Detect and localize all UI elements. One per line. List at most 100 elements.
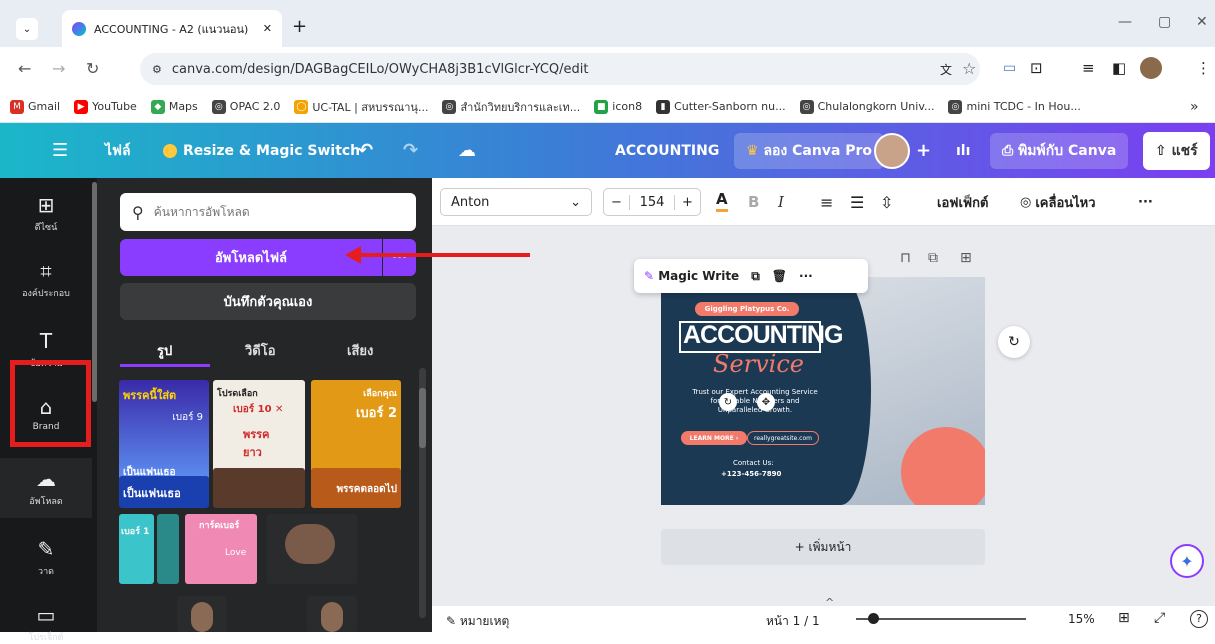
zoom-slider[interactable] bbox=[856, 618, 1026, 620]
rail-item[interactable]: ⊞ ดีไซน์ bbox=[0, 194, 92, 234]
upload-thumbnail[interactable] bbox=[177, 596, 227, 632]
tab-list-button[interactable]: ⌄ bbox=[16, 18, 38, 40]
animate-button[interactable]: ◎ เคลื่อนไหว bbox=[1020, 188, 1096, 216]
help-icon[interactable]: ? bbox=[1190, 610, 1208, 628]
effects-button[interactable]: เอฟเฟ็กต์ bbox=[937, 188, 988, 216]
media-icon[interactable]: ≡ bbox=[1082, 59, 1095, 77]
spacing-icon[interactable]: ⇳ bbox=[880, 188, 893, 216]
upload-thumbnail[interactable] bbox=[213, 468, 305, 508]
lock-icon[interactable]: ⊓ bbox=[900, 250, 911, 266]
font-select[interactable]: Anton ⌄ bbox=[440, 188, 592, 216]
search-input[interactable] bbox=[153, 205, 394, 219]
upload-thumbnail[interactable] bbox=[307, 596, 357, 632]
zoom-value[interactable]: 15% bbox=[1068, 612, 1095, 626]
upload-file-button[interactable]: อัพโหลดไฟล์ bbox=[120, 239, 382, 276]
upload-thumbnail[interactable]: เลือกคุณ เบอร์ 2 bbox=[311, 380, 401, 480]
bookmark-item[interactable]: ◎ OPAC 2.0 bbox=[211, 99, 280, 114]
share-button[interactable]: ⇧ แชร์ bbox=[1143, 131, 1210, 170]
cloud-save-icon[interactable]: ☁ bbox=[458, 123, 476, 178]
menu-icon[interactable]: ☰ bbox=[52, 123, 68, 178]
rail-item[interactable]: ✎ วาด bbox=[0, 538, 92, 578]
upload-thumbnail[interactable] bbox=[157, 514, 179, 584]
collaborator-avatar[interactable] bbox=[874, 132, 910, 169]
back-icon[interactable]: ← bbox=[18, 59, 31, 78]
align-icon[interactable]: ≡ bbox=[820, 188, 833, 216]
search-box[interactable]: ⚲ bbox=[120, 193, 416, 231]
italic-button[interactable]: I bbox=[778, 188, 784, 216]
website-pill[interactable]: reallygreatsite.com bbox=[747, 431, 819, 445]
upload-thumbnail[interactable]: การ์ดเบอร์ Love bbox=[185, 514, 257, 584]
rail-item[interactable]: ☁ อัพโหลด bbox=[0, 458, 92, 518]
tab-audio[interactable]: เสียง bbox=[347, 340, 373, 361]
tab-images[interactable]: รูป bbox=[157, 340, 172, 361]
rail-item[interactable]: ▭ โปรเจ็กต์ bbox=[0, 604, 92, 644]
move-handle-icon[interactable]: ✥ bbox=[757, 393, 775, 411]
bookmarks-more-button[interactable]: » bbox=[1190, 99, 1199, 115]
learn-more-button[interactable]: LEARN MORE › bbox=[681, 431, 747, 445]
restore-button[interactable]: ▢ bbox=[1158, 14, 1171, 30]
reading-icon[interactable]: ▭ bbox=[1003, 60, 1016, 76]
notes-button[interactable]: ✎ หมายเหตุ bbox=[446, 612, 509, 631]
forward-icon[interactable]: → bbox=[52, 59, 65, 78]
design-page[interactable]: Giggling Platypus Co. ACCOUNTING Service… bbox=[661, 277, 985, 505]
bookmark-item[interactable]: ◎ mini TCDC - In Hou... bbox=[948, 99, 1081, 114]
tab-accounting[interactable]: ACCOUNTING - A2 (แนวนอน) ✕ bbox=[62, 10, 282, 47]
bookmark-item[interactable]: ▶ YouTube bbox=[74, 99, 137, 114]
bookmark-star-icon[interactable]: ☆ bbox=[962, 59, 976, 78]
file-menu[interactable]: ไฟล์ bbox=[105, 123, 131, 178]
font-size-stepper[interactable]: − 154 + bbox=[603, 188, 701, 216]
magic-write-button[interactable]: ✎ Magic Write bbox=[644, 269, 739, 283]
upload-thumbnail[interactable]: พรรคตลอดไป bbox=[311, 468, 401, 508]
decrease-size-button[interactable]: − bbox=[604, 194, 630, 210]
selection-box[interactable] bbox=[679, 321, 821, 353]
grid-view-icon[interactable]: ⊞ bbox=[1118, 610, 1130, 626]
profile-avatar[interactable] bbox=[1140, 57, 1162, 79]
print-button[interactable]: ⎙ พิมพ์กับ Canva bbox=[990, 132, 1129, 169]
browser-menu-icon[interactable]: ⋮ bbox=[1196, 59, 1211, 77]
copy-page-icon[interactable]: ⧉ bbox=[928, 250, 938, 266]
analytics-icon[interactable]: ılı bbox=[956, 123, 970, 178]
font-size-value[interactable]: 154 bbox=[630, 195, 674, 210]
duplicate-icon[interactable]: ⧉ bbox=[751, 269, 760, 284]
bookmark-item[interactable]: ◯ UC-TAL | สหบรรณานุ... bbox=[294, 98, 428, 116]
upload-more-button[interactable]: ··· bbox=[383, 239, 416, 276]
bookmark-item[interactable]: ▮ Cutter-Sanborn nu... bbox=[656, 99, 786, 114]
url-field[interactable]: ⚙ canva.com/design/DAGBagCEILo/OWyCHA8j3… bbox=[140, 53, 980, 85]
upload-thumbnail[interactable]: พรรคนี้ใส่ต เบอร์ 9 เป็นแฟนเธอ bbox=[119, 380, 209, 480]
doc-title[interactable]: ACCOUNTING bbox=[615, 123, 719, 178]
record-yourself-button[interactable]: บันทึกตัวคุณเอง bbox=[120, 283, 416, 320]
list-icon[interactable]: ☰ bbox=[850, 188, 864, 216]
panel-scroll-thumb[interactable] bbox=[419, 388, 426, 448]
reload-icon[interactable]: ↻ bbox=[86, 59, 99, 78]
bookmark-item[interactable]: ◆ Maps bbox=[150, 99, 198, 114]
bookmark-item[interactable]: ◎ Chulalongkorn Univ... bbox=[799, 99, 934, 114]
upload-thumbnail[interactable]: เบอร์ 1 bbox=[119, 514, 154, 584]
translate-icon[interactable]: 文 bbox=[940, 61, 952, 78]
tab-close-icon[interactable]: ✕ bbox=[263, 22, 272, 35]
add-collaborator-icon[interactable]: + bbox=[916, 123, 931, 178]
resize-button[interactable]: Resize & Magic Switch bbox=[163, 123, 360, 178]
bookmark-item[interactable]: M Gmail bbox=[10, 99, 60, 114]
zoom-slider-knob[interactable] bbox=[868, 613, 879, 624]
popup-more-button[interactable]: ··· bbox=[799, 269, 813, 283]
delete-icon[interactable]: 🗑 bbox=[772, 269, 787, 283]
minimize-button[interactable]: — bbox=[1118, 14, 1132, 30]
increase-size-button[interactable]: + bbox=[674, 194, 700, 210]
redo-icon[interactable]: ↷ bbox=[403, 123, 418, 178]
sidepanel-icon[interactable]: ◧ bbox=[1112, 59, 1126, 77]
rail-item[interactable]: ⌗ องค์ประกอบ bbox=[0, 260, 92, 300]
add-page-icon[interactable]: ⊞ bbox=[960, 250, 972, 266]
try-pro-button[interactable]: ♛ ลอง Canva Pro bbox=[734, 132, 885, 169]
extensions-icon[interactable]: ⊡ bbox=[1030, 59, 1043, 77]
new-tab-button[interactable]: + bbox=[292, 16, 307, 37]
upload-thumbnail[interactable]: เป็นแฟนเธอ bbox=[119, 476, 209, 508]
text-color-button[interactable]: A bbox=[716, 188, 728, 212]
panel-scrollbar[interactable] bbox=[419, 368, 426, 618]
bookmark-item[interactable]: ■ icon8 bbox=[594, 99, 642, 114]
upload-thumbnail[interactable]: โปรดเลือก เบอร์ 10 ✕ พรรคยาว bbox=[213, 380, 305, 480]
refresh-comment-icon[interactable]: ↻ bbox=[998, 326, 1030, 358]
upload-thumbnail[interactable] bbox=[267, 514, 357, 584]
tab-videos[interactable]: วิดีโอ bbox=[245, 340, 276, 361]
bookmark-item[interactable]: ◎ สำนักวิทยบริการและเท... bbox=[442, 98, 580, 116]
more-options-button[interactable]: ··· bbox=[1138, 188, 1153, 216]
